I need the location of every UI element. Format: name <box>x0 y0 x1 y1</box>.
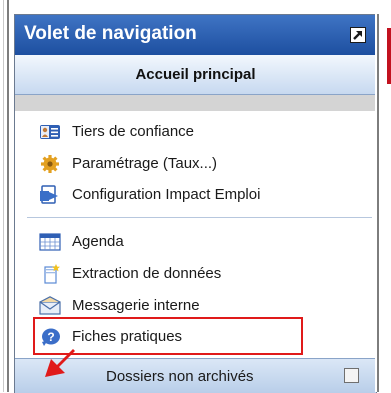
red-accent-strip <box>387 28 391 84</box>
document-arrow-icon <box>39 185 61 205</box>
nav-item-parametrage[interactable]: Paramétrage (Taux...) <box>15 148 376 180</box>
home-label: Accueil principal <box>135 66 256 83</box>
nav-item-configuration-impact-emploi[interactable]: Configuration Impact Emploi <box>15 179 376 211</box>
separator-strip <box>15 95 376 111</box>
pane-title: Volet de navigation <box>24 23 197 44</box>
border-line <box>3 0 4 392</box>
window-right-border <box>375 14 391 392</box>
contact-card-icon <box>39 122 61 142</box>
nav-item-label: Paramétrage (Taux...) <box>72 155 218 172</box>
arrow-up-right-icon <box>353 31 362 40</box>
pin-button[interactable] <box>350 27 366 43</box>
archive-checkbox[interactable] <box>344 368 359 383</box>
group-divider <box>27 217 372 218</box>
footer-label: Dossiers non archivés <box>106 368 254 385</box>
red-pointer-arrow-icon <box>45 349 75 377</box>
gear-icon <box>39 154 61 174</box>
calendar-icon <box>39 232 61 252</box>
nav-item-label: Messagerie interne <box>72 297 200 314</box>
border-line <box>377 14 379 392</box>
home-bar[interactable]: Accueil principal <box>15 55 376 95</box>
pane-header: Volet de navigation <box>15 15 376 55</box>
nav-item-extraction-de-donnees[interactable]: Extraction de données <box>15 258 376 290</box>
window-left-border <box>0 0 14 392</box>
navigation-pane: Volet de navigation Accueil principal Ti… <box>14 14 377 393</box>
nav-item-agenda[interactable]: Agenda <box>15 226 376 258</box>
nav-item-label: Tiers de confiance <box>72 123 195 140</box>
nav-item-tiers-de-confiance[interactable]: Tiers de confiance <box>15 116 376 148</box>
nav-item-label: Agenda <box>72 233 124 250</box>
nav-item-label: Configuration Impact Emploi <box>72 186 261 203</box>
envelope-icon <box>39 296 61 316</box>
extract-document-icon <box>39 264 61 284</box>
nav-item-label: Extraction de données <box>72 265 222 282</box>
border-line <box>7 0 9 392</box>
